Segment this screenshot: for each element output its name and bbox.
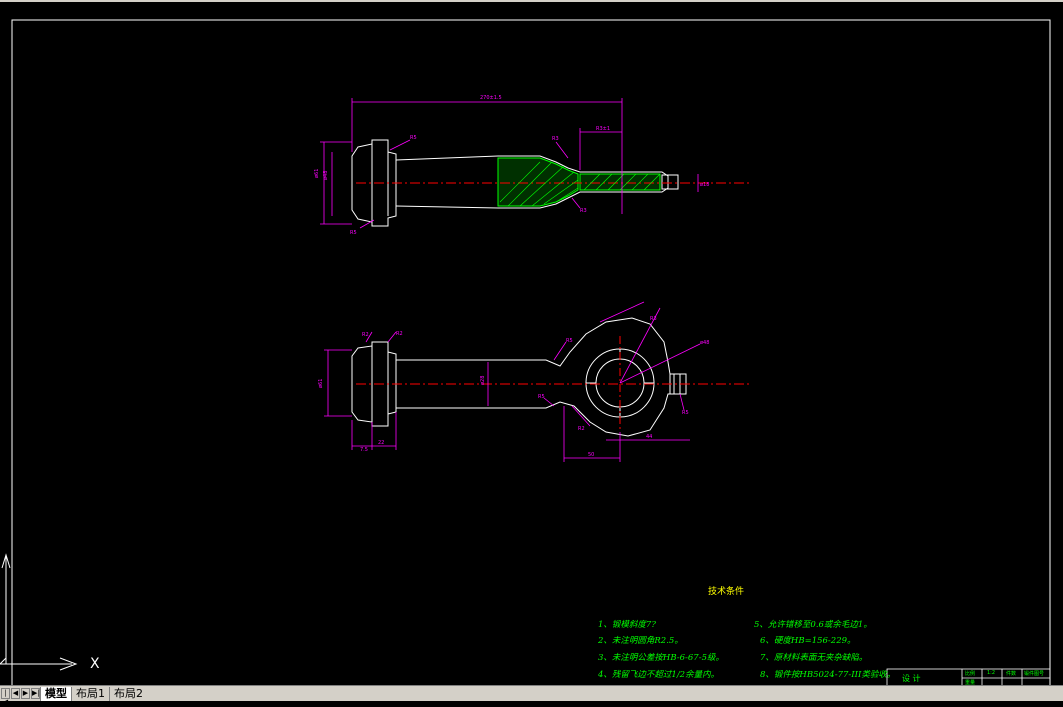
requirements-title: 技术条件 [708,587,745,597]
title-block-cell: 1:2 [987,670,996,676]
layout-tab-bar: |◀ ◀ ▶ ▶| 模型 布局1 布局2 [0,685,1063,706]
bottom-view-dim-text: ø61 7.5 22 ø28 50 44 ø48 R3 R2 R2 R5 R5 … [318,316,709,458]
svg-text:ø18: ø18 [700,182,709,188]
last-tab-button[interactable]: ▶| [31,688,40,699]
top-view [351,139,750,227]
ucs-x-label: X [90,656,100,672]
svg-text:22: 22 [378,440,384,446]
prev-tab-button[interactable]: ◀ [11,688,20,699]
next-tab-button[interactable]: ▶ [21,688,30,699]
requirement-item: 3、未注明公差按HB-6-67-5级。 [598,653,724,663]
svg-text:R5: R5 [410,135,417,141]
svg-text:R2: R2 [396,331,403,337]
requirement-item: 6、硬度HB=156-229。 [760,636,856,646]
tab-bar-spacer [147,687,1063,701]
requirement-item: 2、未注明圆角R2.5。 [598,636,683,646]
svg-text:R3: R3 [580,208,587,214]
svg-text:ø28: ø28 [480,376,486,385]
requirement-item: 1、锻模斜度7? [598,620,656,630]
requirement-item: 5、允许错移至0.6或余毛边1。 [754,620,872,630]
svg-text:ø61: ø61 [314,169,320,178]
title-block-designer: 设 计 [902,674,921,683]
bottom-view [351,317,750,437]
requirement-item: 7、原材料表面无夹杂缺陷。 [760,653,868,663]
svg-text:ø61: ø61 [318,379,324,388]
svg-text:R2: R2 [362,332,369,338]
cad-drawing: 270±1.5 R3±1 R5 R5 R3 R3 ø61 ø48 ø18 ø61… [0,19,1051,685]
first-tab-button[interactable]: |◀ [1,688,10,706]
svg-text:R3±1: R3±1 [596,126,610,132]
svg-text:R5: R5 [682,410,689,416]
svg-text:R3: R3 [650,316,657,322]
tab-layout2[interactable]: 布局2 [109,686,147,701]
drawing-border [11,19,1051,685]
tab-layout1[interactable]: 布局1 [71,686,109,701]
svg-text:7.5: 7.5 [360,447,368,453]
svg-text:44: 44 [646,434,652,440]
ucs-icon [0,553,78,671]
svg-text:R3: R3 [552,136,559,142]
svg-text:ø48: ø48 [323,171,329,180]
tab-model[interactable]: 模型 [40,686,71,701]
drawing-canvas[interactable]: 270±1.5 R3±1 R5 R5 R3 R3 ø61 ø48 ø18 ø61… [0,2,1063,686]
svg-text:50: 50 [588,452,594,458]
svg-text:R5: R5 [566,338,573,344]
svg-text:270±1.5: 270±1.5 [480,95,502,101]
title-block-cell: 比例 [965,671,976,677]
requirement-item: 8、锻件按HB5024-77-III类验收。 [760,670,896,680]
svg-text:R2: R2 [578,426,585,432]
svg-text:R5: R5 [538,394,545,400]
svg-text:ø48: ø48 [700,340,709,346]
requirement-item: 4、残留飞边不超过1/2余量内。 [598,670,720,680]
title-block-cell: 件数 [1006,671,1017,677]
svg-text:R5: R5 [350,230,357,236]
title-block-cell: 锻件图号 [1024,671,1045,677]
